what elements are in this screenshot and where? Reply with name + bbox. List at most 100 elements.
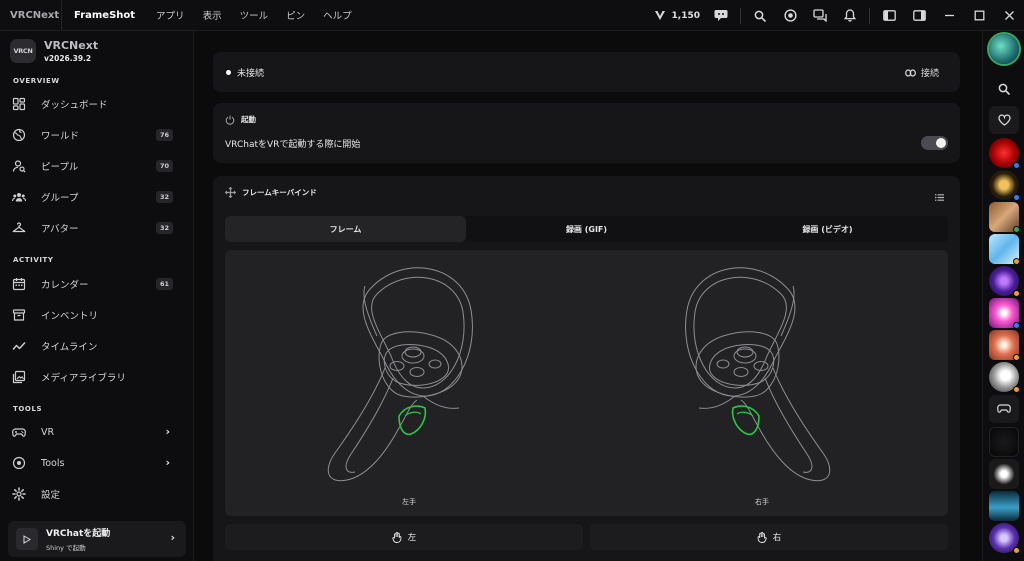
sidebar: VRCN VRCNext v2026.39.2 OVERVIEW ダッシュボード… xyxy=(0,31,194,561)
chevron-right-icon: › xyxy=(165,425,170,438)
move-icon xyxy=(225,187,236,198)
startup-heading-text: 起動 xyxy=(241,115,256,124)
count-badge: 32 xyxy=(156,191,173,203)
count-badge: 70 xyxy=(156,160,173,172)
friend-avatar[interactable] xyxy=(989,298,1020,329)
left-controller-illustration xyxy=(327,267,473,482)
search-icon[interactable] xyxy=(745,0,775,31)
media-library-icon xyxy=(12,370,26,384)
sidebar-item-inventory[interactable]: インベントリ xyxy=(12,302,182,328)
friends-rail xyxy=(982,31,1024,561)
sidebar-item-label: グループ xyxy=(41,193,79,204)
friend-avatar[interactable] xyxy=(989,459,1019,489)
count-badge: 76 xyxy=(156,129,173,141)
plugin-name[interactable]: FrameShot xyxy=(62,10,147,21)
menu-view[interactable]: 表示 xyxy=(194,8,231,22)
connection-status: 未接続 xyxy=(237,69,265,79)
connect-button[interactable]: 接続 xyxy=(905,66,939,79)
startup-card: 起動 VRChatをVRで起動する際に開始 xyxy=(213,103,960,163)
chevron-right-icon: › xyxy=(165,456,170,469)
messages-icon[interactable] xyxy=(805,0,835,31)
gear-icon xyxy=(12,487,26,501)
menu-tools[interactable]: ツール xyxy=(231,8,278,22)
sidebar-item-dashboard[interactable]: ダッシュボード xyxy=(12,91,182,117)
section-overview: OVERVIEW xyxy=(13,77,60,85)
hanger-icon xyxy=(12,222,26,233)
brand-logo: VRCN xyxy=(10,39,36,63)
world-icon xyxy=(12,128,26,142)
sidebar-item-label: タイムライン xyxy=(41,342,98,353)
friend-avatar[interactable] xyxy=(989,362,1020,393)
tools-icon xyxy=(12,456,26,470)
startup-toggle[interactable] xyxy=(921,136,948,150)
startup-heading: 起動 xyxy=(225,114,256,125)
launch-vrchat-button[interactable]: VRChatを起動 Shiny で起動 › xyxy=(8,521,186,557)
sidebar-item-world[interactable]: ワールド 76 xyxy=(12,122,182,148)
sidebar-item-media-library[interactable]: メディアライブラリ xyxy=(12,364,182,390)
chevron-right-icon: › xyxy=(170,531,175,544)
title-bar: VRCNext FrameShot アプリ 表示 ツール ピン ヘルプ 1,15… xyxy=(0,0,1024,31)
friend-avatar[interactable] xyxy=(989,234,1020,265)
toggle-knob xyxy=(936,138,946,148)
chat-bubble-icon[interactable] xyxy=(706,0,736,31)
right-hand-button-label: 右 xyxy=(772,533,782,543)
inventory-icon xyxy=(12,309,26,321)
search-friends-icon[interactable] xyxy=(989,75,1019,103)
sidebar-item-label: ワールド xyxy=(41,131,80,142)
sidebar-item-people[interactable]: ピープル 70 xyxy=(12,153,182,179)
gamepad-icon[interactable] xyxy=(989,395,1019,423)
friend-avatar[interactable] xyxy=(989,491,1019,521)
friend-avatar[interactable] xyxy=(989,330,1020,361)
left-hand-button[interactable]: 左 xyxy=(225,524,583,550)
keybind-heading-text: フレームキーバインド xyxy=(242,188,317,197)
sidebar-item-groups[interactable]: グループ 32 xyxy=(12,184,182,210)
sidebar-item-avatars[interactable]: アバター 32 xyxy=(12,215,182,241)
sidebar-item-settings[interactable]: 設定 xyxy=(12,481,182,507)
connection-status-card: 未接続 接続 xyxy=(213,52,960,92)
minimize-icon[interactable] xyxy=(934,0,964,31)
dashboard-icon xyxy=(12,97,26,111)
frame-keybind-card: フレームキーバインド フレーム 録画 (GIF) 録画 (ビデオ) 左手 右手 … xyxy=(213,176,960,561)
sidebar-item-vr[interactable]: VR › xyxy=(12,419,182,445)
maximize-icon[interactable] xyxy=(964,0,994,31)
sidebar-item-calendar[interactable]: カレンダー 61 xyxy=(12,271,182,297)
tab-frame[interactable]: フレーム xyxy=(225,216,466,242)
launch-title: VRChatを起動 xyxy=(46,529,111,539)
play-icon xyxy=(16,528,38,550)
sidebar-item-tools[interactable]: Tools › xyxy=(12,450,182,476)
friend-avatar[interactable] xyxy=(989,427,1019,457)
calendar-icon xyxy=(12,278,26,291)
friend-avatar[interactable] xyxy=(989,523,1020,554)
user-avatar[interactable] xyxy=(989,34,1019,64)
controller-diagram: 左手 右手 xyxy=(225,250,948,516)
tab-record-video[interactable]: 録画 (ビデオ) xyxy=(707,216,948,242)
timeline-icon xyxy=(12,342,26,350)
close-icon[interactable] xyxy=(994,0,1024,31)
app-name: VRCNext xyxy=(0,0,62,31)
toggle-right-panel-icon[interactable] xyxy=(904,0,934,31)
toggle-left-panel-icon[interactable] xyxy=(874,0,904,31)
group-icon xyxy=(12,193,26,202)
friend-avatar[interactable] xyxy=(989,170,1020,201)
right-hand-label: 右手 xyxy=(755,498,769,506)
menu-pin[interactable]: ピン xyxy=(277,8,314,22)
tab-record-gif[interactable]: 録画 (GIF) xyxy=(466,216,707,242)
right-hand-button[interactable]: 右 xyxy=(590,524,948,550)
record-icon[interactable] xyxy=(775,0,805,31)
credits-display[interactable]: 1,150 xyxy=(654,10,706,21)
power-icon xyxy=(225,115,235,125)
title-separator-2 xyxy=(869,7,870,24)
sidebar-item-timeline[interactable]: タイムライン xyxy=(12,333,182,359)
friend-avatar[interactable] xyxy=(989,266,1020,297)
friend-avatar[interactable] xyxy=(989,202,1020,233)
list-icon[interactable] xyxy=(935,193,944,204)
menu-help[interactable]: ヘルプ xyxy=(314,8,361,22)
sidebar-item-label: ダッシュボード xyxy=(41,100,108,111)
friend-avatar[interactable] xyxy=(989,138,1020,169)
menu-app[interactable]: アプリ xyxy=(147,8,194,22)
link-icon xyxy=(905,68,916,77)
bell-icon[interactable] xyxy=(835,0,865,31)
sidebar-item-label: カレンダー xyxy=(41,280,89,291)
credits-value: 1,150 xyxy=(671,10,700,21)
favorites-heart-icon[interactable] xyxy=(989,106,1019,134)
